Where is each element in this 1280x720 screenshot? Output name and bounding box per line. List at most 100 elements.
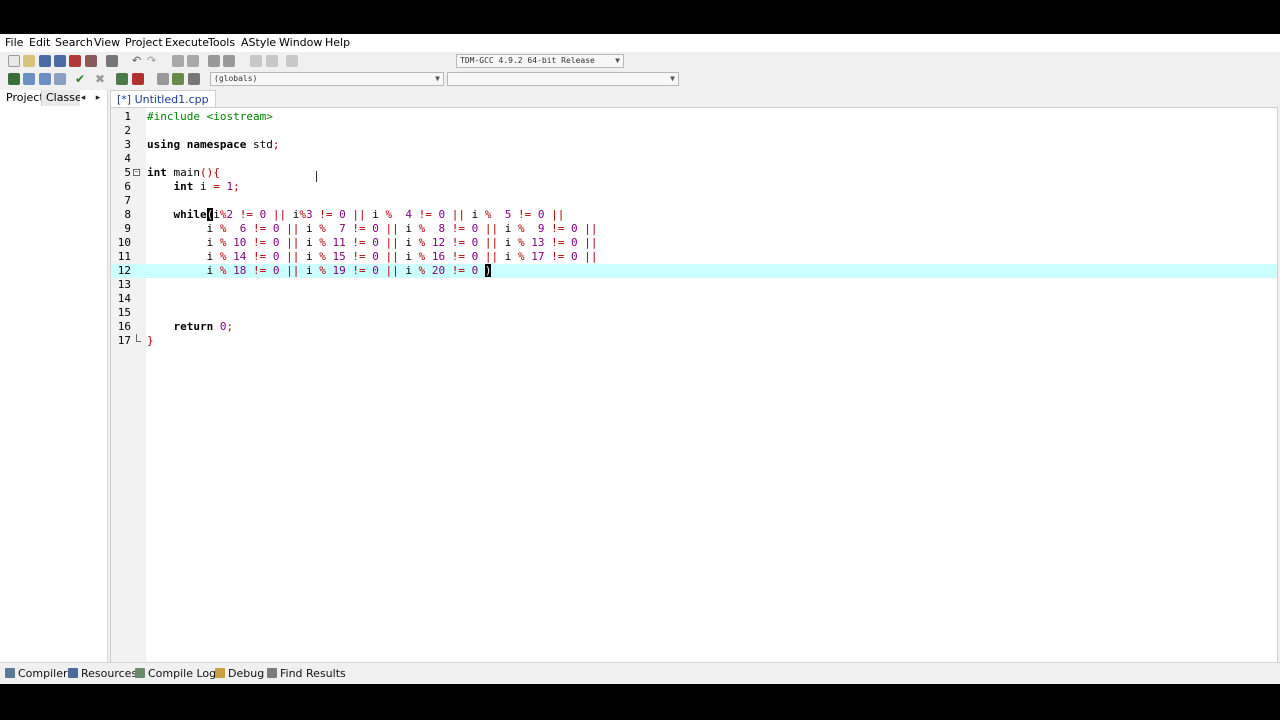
tab-classes[interactable]: Classes	[41, 90, 80, 106]
code-line[interactable]: 2	[111, 124, 1277, 138]
code-line[interactable]: 3 using namespace std;	[111, 138, 1277, 152]
goto-back-icon[interactable]	[250, 55, 262, 67]
project-options-icon[interactable]	[39, 73, 51, 85]
compiler-select[interactable]: TDM-GCC 4.9.2 64-bit Release ▼	[456, 54, 624, 68]
menu-help[interactable]: Help	[325, 36, 350, 49]
run-icon[interactable]	[172, 73, 184, 85]
code-line[interactable]: 11 i % 14 != 0 || i % 15 != 0 || i % 16 …	[111, 250, 1277, 264]
tab-compiler-label: Compiler	[18, 667, 68, 680]
code-line[interactable]: 14	[111, 292, 1277, 306]
code-line[interactable]: 4	[111, 152, 1277, 166]
line-number: 4	[124, 152, 131, 165]
menu-bar: File Edit Search View Project Execute To…	[0, 34, 1280, 52]
tab-resources[interactable]: Resources	[68, 667, 137, 680]
menu-tools[interactable]: Tools	[208, 36, 235, 49]
menu-execute[interactable]: Execute	[165, 36, 209, 49]
code-text: i % 14 != 0 || i % 15 != 0 || i % 16 != …	[206, 250, 598, 263]
save-all-icon[interactable]	[54, 55, 66, 67]
code-line[interactable]: 1 #include <iostream>	[111, 110, 1277, 124]
replace-icon[interactable]	[187, 55, 199, 67]
menu-project[interactable]: Project	[125, 36, 163, 49]
tab-prev-arrow-icon[interactable]: ◂	[76, 90, 90, 106]
tab-compile-log-label: Compile Log	[148, 667, 217, 680]
new-project-icon[interactable]	[8, 73, 20, 85]
code-line[interactable]: 15	[111, 306, 1277, 320]
member-select[interactable]: ▼	[447, 72, 679, 86]
line-number: 12	[117, 264, 131, 277]
close-file-icon[interactable]	[69, 55, 81, 67]
line-number: 5	[124, 166, 131, 179]
ibeam-cursor-icon	[316, 171, 317, 182]
code-text: while(i%2 != 0 || i%3 != 0 || i % 4 != 0…	[173, 208, 565, 221]
code-line[interactable]: 13	[111, 278, 1277, 292]
find-icon[interactable]	[172, 55, 184, 67]
line-number: 1	[124, 110, 131, 123]
line-number: 7	[124, 194, 131, 207]
menu-file[interactable]: File	[5, 36, 23, 49]
line-number: 8	[124, 208, 131, 221]
debug-icon	[215, 668, 225, 678]
code-line[interactable]: 6 int i = 1;	[111, 180, 1277, 194]
line-number: 10	[117, 236, 131, 249]
code-text: int i = 1;	[173, 180, 240, 193]
code-text: i % 18 != 0 || i % 19 != 0 || i % 20 != …	[206, 264, 492, 277]
bookmark-icon[interactable]	[286, 55, 298, 67]
tab-compile-log[interactable]: Compile Log	[135, 667, 216, 680]
debug-icon[interactable]	[157, 73, 169, 85]
code-text: int main(){	[147, 166, 220, 179]
scope-select[interactable]: (globals) ▼	[210, 72, 444, 86]
menu-astyle[interactable]: AStyle	[241, 36, 276, 49]
tab-debug[interactable]: Debug	[215, 667, 264, 680]
code-line[interactable]: 17}	[111, 334, 1277, 348]
line-number: 15	[117, 306, 131, 319]
profile-icon[interactable]	[188, 73, 200, 85]
tab-compiler[interactable]: Compiler	[5, 667, 68, 680]
code-text: i % 10 != 0 || i % 11 != 0 || i % 12 != …	[206, 236, 598, 249]
compile-log-icon	[135, 668, 145, 678]
tab-next-arrow-icon[interactable]: ▸	[91, 90, 105, 106]
code-text: #include <iostream>	[147, 110, 273, 123]
code-line[interactable]: 12 i % 18 != 0 || i % 19 != 0 || i % 20 …	[111, 264, 1277, 278]
menu-edit[interactable]: Edit	[29, 36, 50, 49]
compile-icon[interactable]	[116, 73, 128, 85]
editor-file-tab[interactable]: [*] Untitled1.cpp	[110, 90, 216, 108]
class-browser-icon[interactable]	[54, 73, 66, 85]
check-syntax-icon[interactable]: ✔	[75, 73, 87, 85]
abort-icon[interactable]: ✖	[95, 73, 107, 85]
code-line[interactable]: 7	[111, 194, 1277, 208]
code-line[interactable]: 8 while(i%2 != 0 || i%3 != 0 || i % 4 !=…	[111, 208, 1277, 222]
undo-icon[interactable]: ↶	[132, 55, 144, 67]
devcpp-window: File Edit Search View Project Execute To…	[0, 34, 1280, 684]
indent-icon[interactable]	[208, 55, 220, 67]
code-line[interactable]: 9 i % 6 != 0 || i % 7 != 0 || i % 8 != 0…	[111, 222, 1277, 236]
unindent-icon[interactable]	[223, 55, 235, 67]
open-file-icon[interactable]	[23, 55, 35, 67]
goto-forward-icon[interactable]	[266, 55, 278, 67]
chevron-down-icon: ▼	[615, 56, 620, 65]
line-number: 13	[117, 278, 131, 291]
line-number: 17	[117, 334, 131, 347]
save-icon[interactable]	[39, 55, 51, 67]
line-number: 3	[124, 138, 131, 151]
code-line[interactable]: 10 i % 10 != 0 || i % 11 != 0 || i % 12 …	[111, 236, 1277, 250]
find-results-icon	[267, 668, 277, 678]
line-number: 14	[117, 292, 131, 305]
line-number: 16	[117, 320, 131, 333]
compile-run-icon[interactable]	[132, 73, 144, 85]
code-line[interactable]: 16 return 0;	[111, 320, 1277, 334]
fold-toggle-icon[interactable]: −	[133, 169, 140, 176]
new-class-icon[interactable]	[23, 73, 35, 85]
code-line[interactable]: 5− int main(){	[111, 166, 1277, 180]
menu-window[interactable]: Window	[279, 36, 322, 49]
code-editor[interactable]: 1 #include <iostream> 2 3 using namespace st…	[110, 107, 1278, 663]
redo-icon[interactable]: ↷	[147, 55, 159, 67]
close-all-icon[interactable]	[85, 55, 97, 67]
print-icon[interactable]	[106, 55, 118, 67]
new-file-icon[interactable]	[8, 55, 20, 67]
code-text: i % 6 != 0 || i % 7 != 0 || i % 8 != 0 |…	[206, 222, 598, 235]
tab-debug-label: Debug	[228, 667, 265, 680]
menu-search[interactable]: Search	[55, 36, 93, 49]
tab-find-results[interactable]: Find Results	[267, 667, 346, 680]
menu-view[interactable]: View	[94, 36, 120, 49]
tab-find-results-label: Find Results	[280, 667, 346, 680]
